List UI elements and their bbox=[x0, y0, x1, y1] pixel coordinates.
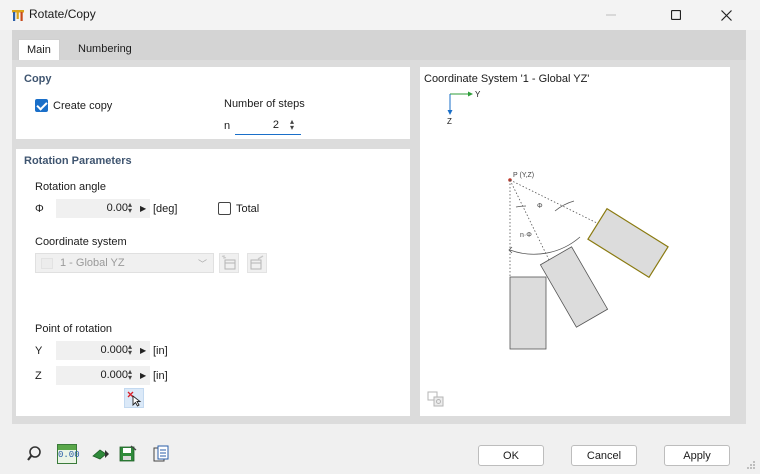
point-y-menu-arrow[interactable]: ▶ bbox=[140, 346, 146, 355]
rotation-angle-spinner[interactable]: ▴ ▾ bbox=[128, 201, 132, 215]
pick-point-button[interactable] bbox=[124, 388, 144, 408]
y-axis-arrow bbox=[468, 91, 473, 97]
point-y-unit: [in] bbox=[153, 345, 168, 357]
minimize-button[interactable] bbox=[588, 0, 634, 30]
point-y-spinner[interactable]: ▴ ▾ bbox=[128, 343, 132, 357]
tab-bar: Main Numbering bbox=[12, 30, 746, 60]
point-of-rotation-label: Point of rotation bbox=[35, 323, 113, 335]
rotation-preview-diagram: Y Z P (Y,Z) Φ n·Φ bbox=[447, 90, 669, 350]
coordinate-system-label: Coordinate system bbox=[35, 236, 127, 248]
resize-grip-icon[interactable] bbox=[746, 460, 756, 470]
edit-coordinate-system-icon bbox=[250, 255, 264, 270]
create-copy-checkbox[interactable] bbox=[35, 99, 48, 112]
rotation-angle-label: Rotation angle bbox=[35, 181, 106, 193]
rotation-angle-unit: [deg] bbox=[153, 203, 178, 215]
clipboard-icon[interactable] bbox=[151, 444, 171, 464]
minimize-icon bbox=[606, 14, 616, 16]
phi-label: Φ bbox=[537, 203, 543, 210]
steps-spinner[interactable]: ▴ ▾ bbox=[290, 118, 294, 132]
coordinate-system-value: 1 - Global YZ bbox=[60, 257, 125, 269]
window-title: Rotate/Copy bbox=[29, 7, 96, 21]
copy-panel: Copy Create copy Number of steps n 2 ▴ ▾ bbox=[16, 67, 410, 139]
point-y-input[interactable]: 0.000 bbox=[56, 341, 150, 360]
maximize-button[interactable] bbox=[653, 0, 699, 30]
point-z-menu-arrow[interactable]: ▶ bbox=[140, 371, 146, 380]
y-symbol: Y bbox=[35, 345, 43, 357]
chevron-down-icon: ﹀ bbox=[197, 259, 207, 269]
maximize-icon bbox=[671, 10, 681, 20]
n-phi-arc-a bbox=[515, 205, 527, 208]
number-of-steps-label: Number of steps bbox=[224, 98, 305, 110]
rotation-point-label: P (Y,Z) bbox=[513, 172, 534, 179]
new-coordinate-system-icon bbox=[221, 255, 236, 270]
ok-button[interactable]: OK bbox=[478, 445, 544, 466]
guide-line-step1 bbox=[509, 179, 551, 263]
point-z-unit: [in] bbox=[153, 370, 168, 382]
rotated-member-step2 bbox=[587, 207, 669, 279]
model-view-icon[interactable] bbox=[91, 444, 111, 464]
rotation-angle-input[interactable]: 0.00 bbox=[56, 199, 150, 218]
units-decimals-button[interactable]: 0.00 bbox=[57, 444, 80, 464]
phi-arc bbox=[554, 200, 575, 212]
tab-numbering[interactable]: Numbering bbox=[70, 39, 140, 60]
n-symbol: n bbox=[224, 120, 231, 132]
edit-coordinate-system-button[interactable] bbox=[247, 253, 267, 273]
search-icon[interactable] bbox=[26, 444, 46, 464]
rotation-parameters-heading: Rotation Parameters bbox=[24, 155, 132, 167]
preview-panel: Coordinate System '1 - Global YZ' Y Z P … bbox=[420, 67, 730, 416]
title-bar: Rotate/Copy bbox=[0, 0, 760, 30]
y-axis-label: Y bbox=[475, 90, 481, 99]
original-member bbox=[509, 276, 547, 350]
rotation-parameters-panel: Rotation Parameters Rotation angle Φ 0.0… bbox=[16, 149, 410, 416]
n-phi-label: n·Φ bbox=[520, 232, 532, 239]
save-icon[interactable] bbox=[118, 444, 138, 464]
tab-main[interactable]: Main bbox=[18, 39, 60, 60]
rotation-angle-menu-arrow[interactable]: ▶ bbox=[140, 204, 146, 213]
preview-options-button[interactable] bbox=[426, 389, 446, 409]
rotated-member-step1 bbox=[539, 246, 609, 328]
point-z-input[interactable]: 0.000 bbox=[56, 366, 150, 385]
apply-button[interactable]: Apply bbox=[664, 445, 730, 466]
close-icon bbox=[720, 9, 732, 21]
guide-line-step2 bbox=[509, 179, 606, 228]
units-icon-text: 0.00 bbox=[58, 450, 80, 460]
preview-settings-icon bbox=[427, 391, 444, 407]
pick-point-cursor-icon bbox=[127, 391, 142, 407]
coordinate-system-swatch bbox=[41, 258, 53, 269]
phi-symbol: Φ bbox=[35, 203, 44, 215]
total-checkbox[interactable] bbox=[218, 202, 231, 215]
new-coordinate-system-button[interactable] bbox=[219, 253, 239, 273]
z-axis-arrow bbox=[447, 110, 453, 115]
z-symbol: Z bbox=[35, 370, 42, 382]
create-copy-label: Create copy bbox=[53, 100, 113, 112]
rotate-copy-app-icon bbox=[12, 10, 24, 21]
total-label: Total bbox=[236, 203, 260, 215]
cancel-button[interactable]: Cancel bbox=[571, 445, 637, 466]
copy-heading: Copy bbox=[24, 73, 52, 85]
point-z-spinner[interactable]: ▴ ▾ bbox=[128, 368, 132, 382]
close-button[interactable] bbox=[703, 0, 749, 30]
coordinate-system-select[interactable]: 1 - Global YZ ﹀ bbox=[35, 253, 214, 273]
main-content: Copy Create copy Number of steps n 2 ▴ ▾ … bbox=[12, 60, 746, 424]
z-axis-label: Z bbox=[447, 117, 452, 126]
